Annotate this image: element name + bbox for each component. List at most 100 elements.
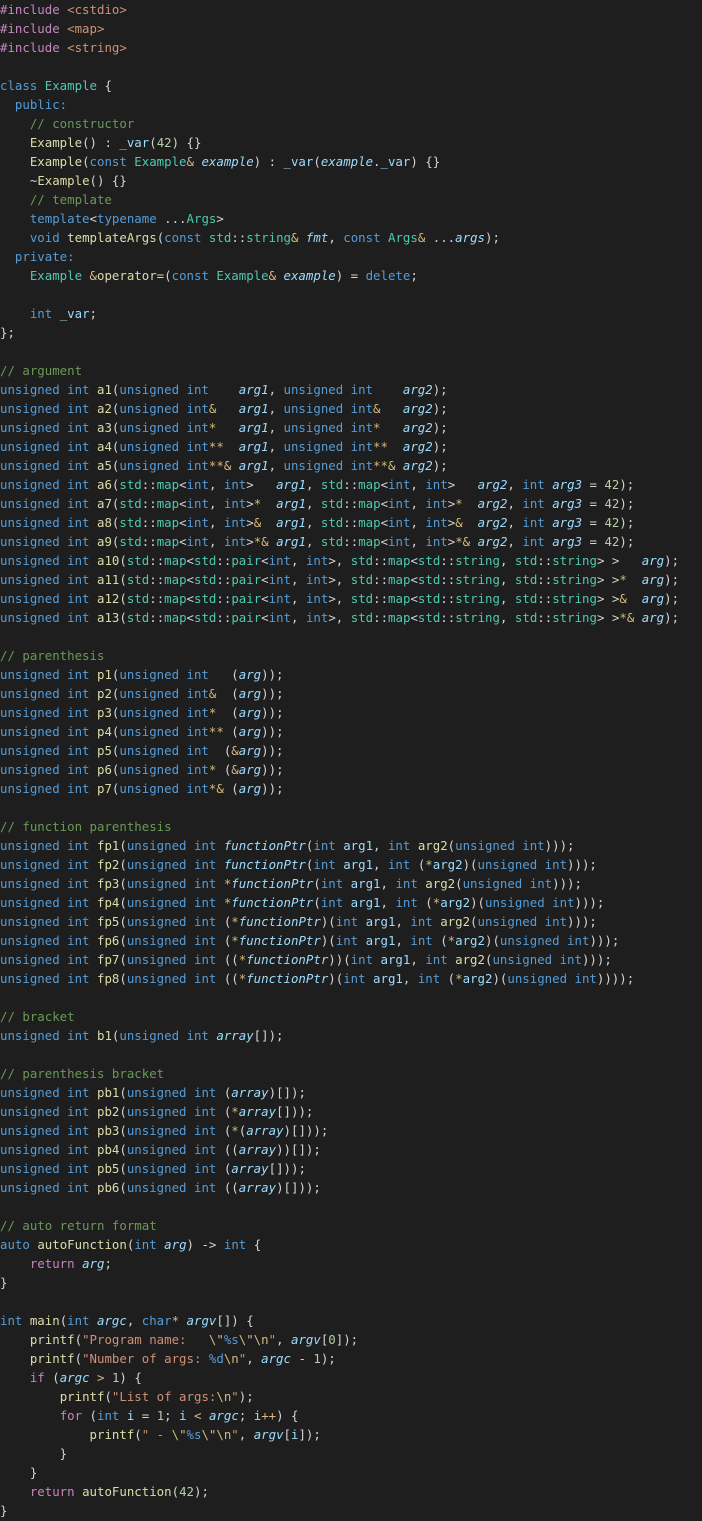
code-line[interactable]: unsigned int fp5(unsigned int (*function… [0,912,702,931]
code-line[interactable]: ​ [0,1197,702,1216]
code-token: 42 [156,135,172,150]
code-token: :: [141,477,157,492]
code-line[interactable]: ​ [0,988,702,1007]
code-line[interactable]: unsigned int b1(unsigned int array[]); [0,1026,702,1045]
code-line[interactable]: ​ [0,1045,702,1064]
code-line[interactable]: void templateArgs(const std::string& fmt… [0,228,702,247]
code-line[interactable]: // function parenthesis [0,817,702,836]
code-line[interactable]: // parenthesis [0,646,702,665]
code-line[interactable]: unsigned int a5(unsigned int**& arg1, un… [0,456,702,475]
code-token: std [119,534,142,549]
code-line[interactable]: int main(int argc, char* argv[]) { [0,1311,702,1330]
code-line[interactable]: int _var; [0,304,702,323]
code-token: 42 [604,534,620,549]
code-token: < [261,553,269,568]
code-token: #include [0,40,68,55]
code-line[interactable]: printf(" - \"%s\"\n", argv[i]); [0,1425,702,1444]
code-line[interactable]: unsigned int a9(std::map<int, int>*& arg… [0,532,702,551]
code-line[interactable]: ​ [0,627,702,646]
code-token: string [455,572,500,587]
code-line[interactable]: unsigned int a7(std::map<int, int>* arg1… [0,494,702,513]
code-line[interactable]: } [0,1501,702,1520]
code-line[interactable]: unsigned int fp3(unsigned int *functionP… [0,874,702,893]
code-line[interactable]: // template [0,190,702,209]
code-line[interactable]: unsigned int a2(unsigned int& arg1, unsi… [0,399,702,418]
code-token: * [425,857,433,872]
code-line[interactable]: unsigned int a12(std::map<std::pair<int,… [0,589,702,608]
code-line[interactable]: unsigned int pb3(unsigned int (*(array)[… [0,1121,702,1140]
code-line[interactable]: if (argc > 1) { [0,1368,702,1387]
code-line[interactable]: unsigned int p4(unsigned int** (arg)); [0,722,702,741]
code-line[interactable]: unsigned int a11(std::map<std::pair<int,… [0,570,702,589]
code-line[interactable]: // auto return format [0,1216,702,1235]
code-line[interactable]: ~Example() {} [0,171,702,190]
code-line[interactable]: return arg; [0,1254,702,1273]
code-line[interactable]: private: [0,247,702,266]
code-token: <cstdio> [67,2,127,17]
code-line[interactable]: ​ [0,57,702,76]
code-line[interactable]: unsigned int a10(std::map<std::pair<int,… [0,551,702,570]
code-line[interactable]: unsigned int pb2(unsigned int (*array[])… [0,1102,702,1121]
code-line[interactable]: unsigned int fp8(unsigned int ((*functio… [0,969,702,988]
code-line[interactable]: auto autoFunction(int arg) -> int { [0,1235,702,1254]
code-line[interactable]: unsigned int a3(unsigned int* arg1, unsi… [0,418,702,437]
code-line[interactable]: unsigned int p1(unsigned int (arg)); [0,665,702,684]
code-line[interactable]: unsigned int a1(unsigned int arg1, unsig… [0,380,702,399]
code-line[interactable]: #include <map> [0,19,702,38]
code-line[interactable]: unsigned int fp6(unsigned int (*function… [0,931,702,950]
code-line[interactable]: unsigned int pb6(unsigned int ((array)[]… [0,1178,702,1197]
code-line[interactable]: }; [0,323,702,342]
code-line[interactable]: unsigned int fp1(unsigned int functionPt… [0,836,702,855]
code-line[interactable]: Example() : _var(42) {} [0,133,702,152]
code-line[interactable]: unsigned int p5(unsigned int (&arg)); [0,741,702,760]
code-line[interactable]: for (int i = 1; i < argc; i++) { [0,1406,702,1425]
code-line[interactable]: unsigned int p3(unsigned int* (arg)); [0,703,702,722]
code-line[interactable]: unsigned int p7(unsigned int*& (arg)); [0,779,702,798]
code-line[interactable]: } [0,1273,702,1292]
code-token: array [238,1142,277,1157]
code-token: string [552,553,597,568]
code-line[interactable]: unsigned int a13(std::map<std::pair<int,… [0,608,702,627]
code-line[interactable]: return autoFunction(42); [0,1482,702,1501]
code-token: std [320,496,344,511]
code-line[interactable]: unsigned int fp7(unsigned int ((*functio… [0,950,702,969]
code-line[interactable]: // constructor [0,114,702,133]
code-line[interactable]: // parenthesis bracket [0,1064,702,1083]
code-line[interactable]: ​ [0,1292,702,1311]
code-token: ))); [567,914,597,929]
code-line[interactable]: unsigned int p2(unsigned int& (arg)); [0,684,702,703]
code-line[interactable]: unsigned int a8(std::map<int, int>& arg1… [0,513,702,532]
code-line[interactable]: } [0,1444,702,1463]
code-token: pb5 [96,1161,120,1176]
code-line[interactable]: unsigned int a4(unsigned int** arg1, uns… [0,437,702,456]
code-line[interactable]: unsigned int pb5(unsigned int (array[]))… [0,1159,702,1178]
code-line[interactable]: // bracket [0,1007,702,1026]
code-token: :: [216,572,232,587]
code-token: int [268,610,292,625]
code-line[interactable]: } [0,1463,702,1482]
code-line[interactable]: unsigned int fp2(unsigned int functionPt… [0,855,702,874]
code-line[interactable]: class Example { [0,76,702,95]
code-token: functionPtr [231,895,314,910]
code-line[interactable]: Example &operator=(const Example& exampl… [0,266,702,285]
code-line[interactable]: ​ [0,342,702,361]
code-line[interactable]: Example(const Example& example) : _var(e… [0,152,702,171]
code-line[interactable]: public: [0,95,702,114]
code-line[interactable]: ​ [0,798,702,817]
code-line[interactable]: printf("Program name: \"%s\"\n", argv[0]… [0,1330,702,1349]
code-line[interactable]: // argument [0,361,702,380]
code-line[interactable]: unsigned int pb1(unsigned int (array)[])… [0,1083,702,1102]
code-line[interactable]: #include <cstdio> [0,0,702,19]
code-token: arg3 [552,515,583,530]
code-line[interactable]: unsigned int fp4(unsigned int *functionP… [0,893,702,912]
code-line[interactable]: unsigned int p6(unsigned int* (&arg)); [0,760,702,779]
code-line[interactable]: #include <string> [0,38,702,57]
code-line[interactable]: template<typename ...Args> [0,209,702,228]
code-token: int [522,477,553,492]
code-line[interactable]: printf("List of args:\n"); [0,1387,702,1406]
code-line[interactable]: unsigned int a6(std::map<int, int> arg1,… [0,475,702,494]
code-line[interactable]: unsigned int pb4(unsigned int ((array))[… [0,1140,702,1159]
code-line[interactable]: ​ [0,285,702,304]
code-editor[interactable]: #include <cstdio> #include <map> #include … [0,0,702,1521]
code-line[interactable]: printf("Number of args: %d\n", argc - 1)… [0,1349,702,1368]
